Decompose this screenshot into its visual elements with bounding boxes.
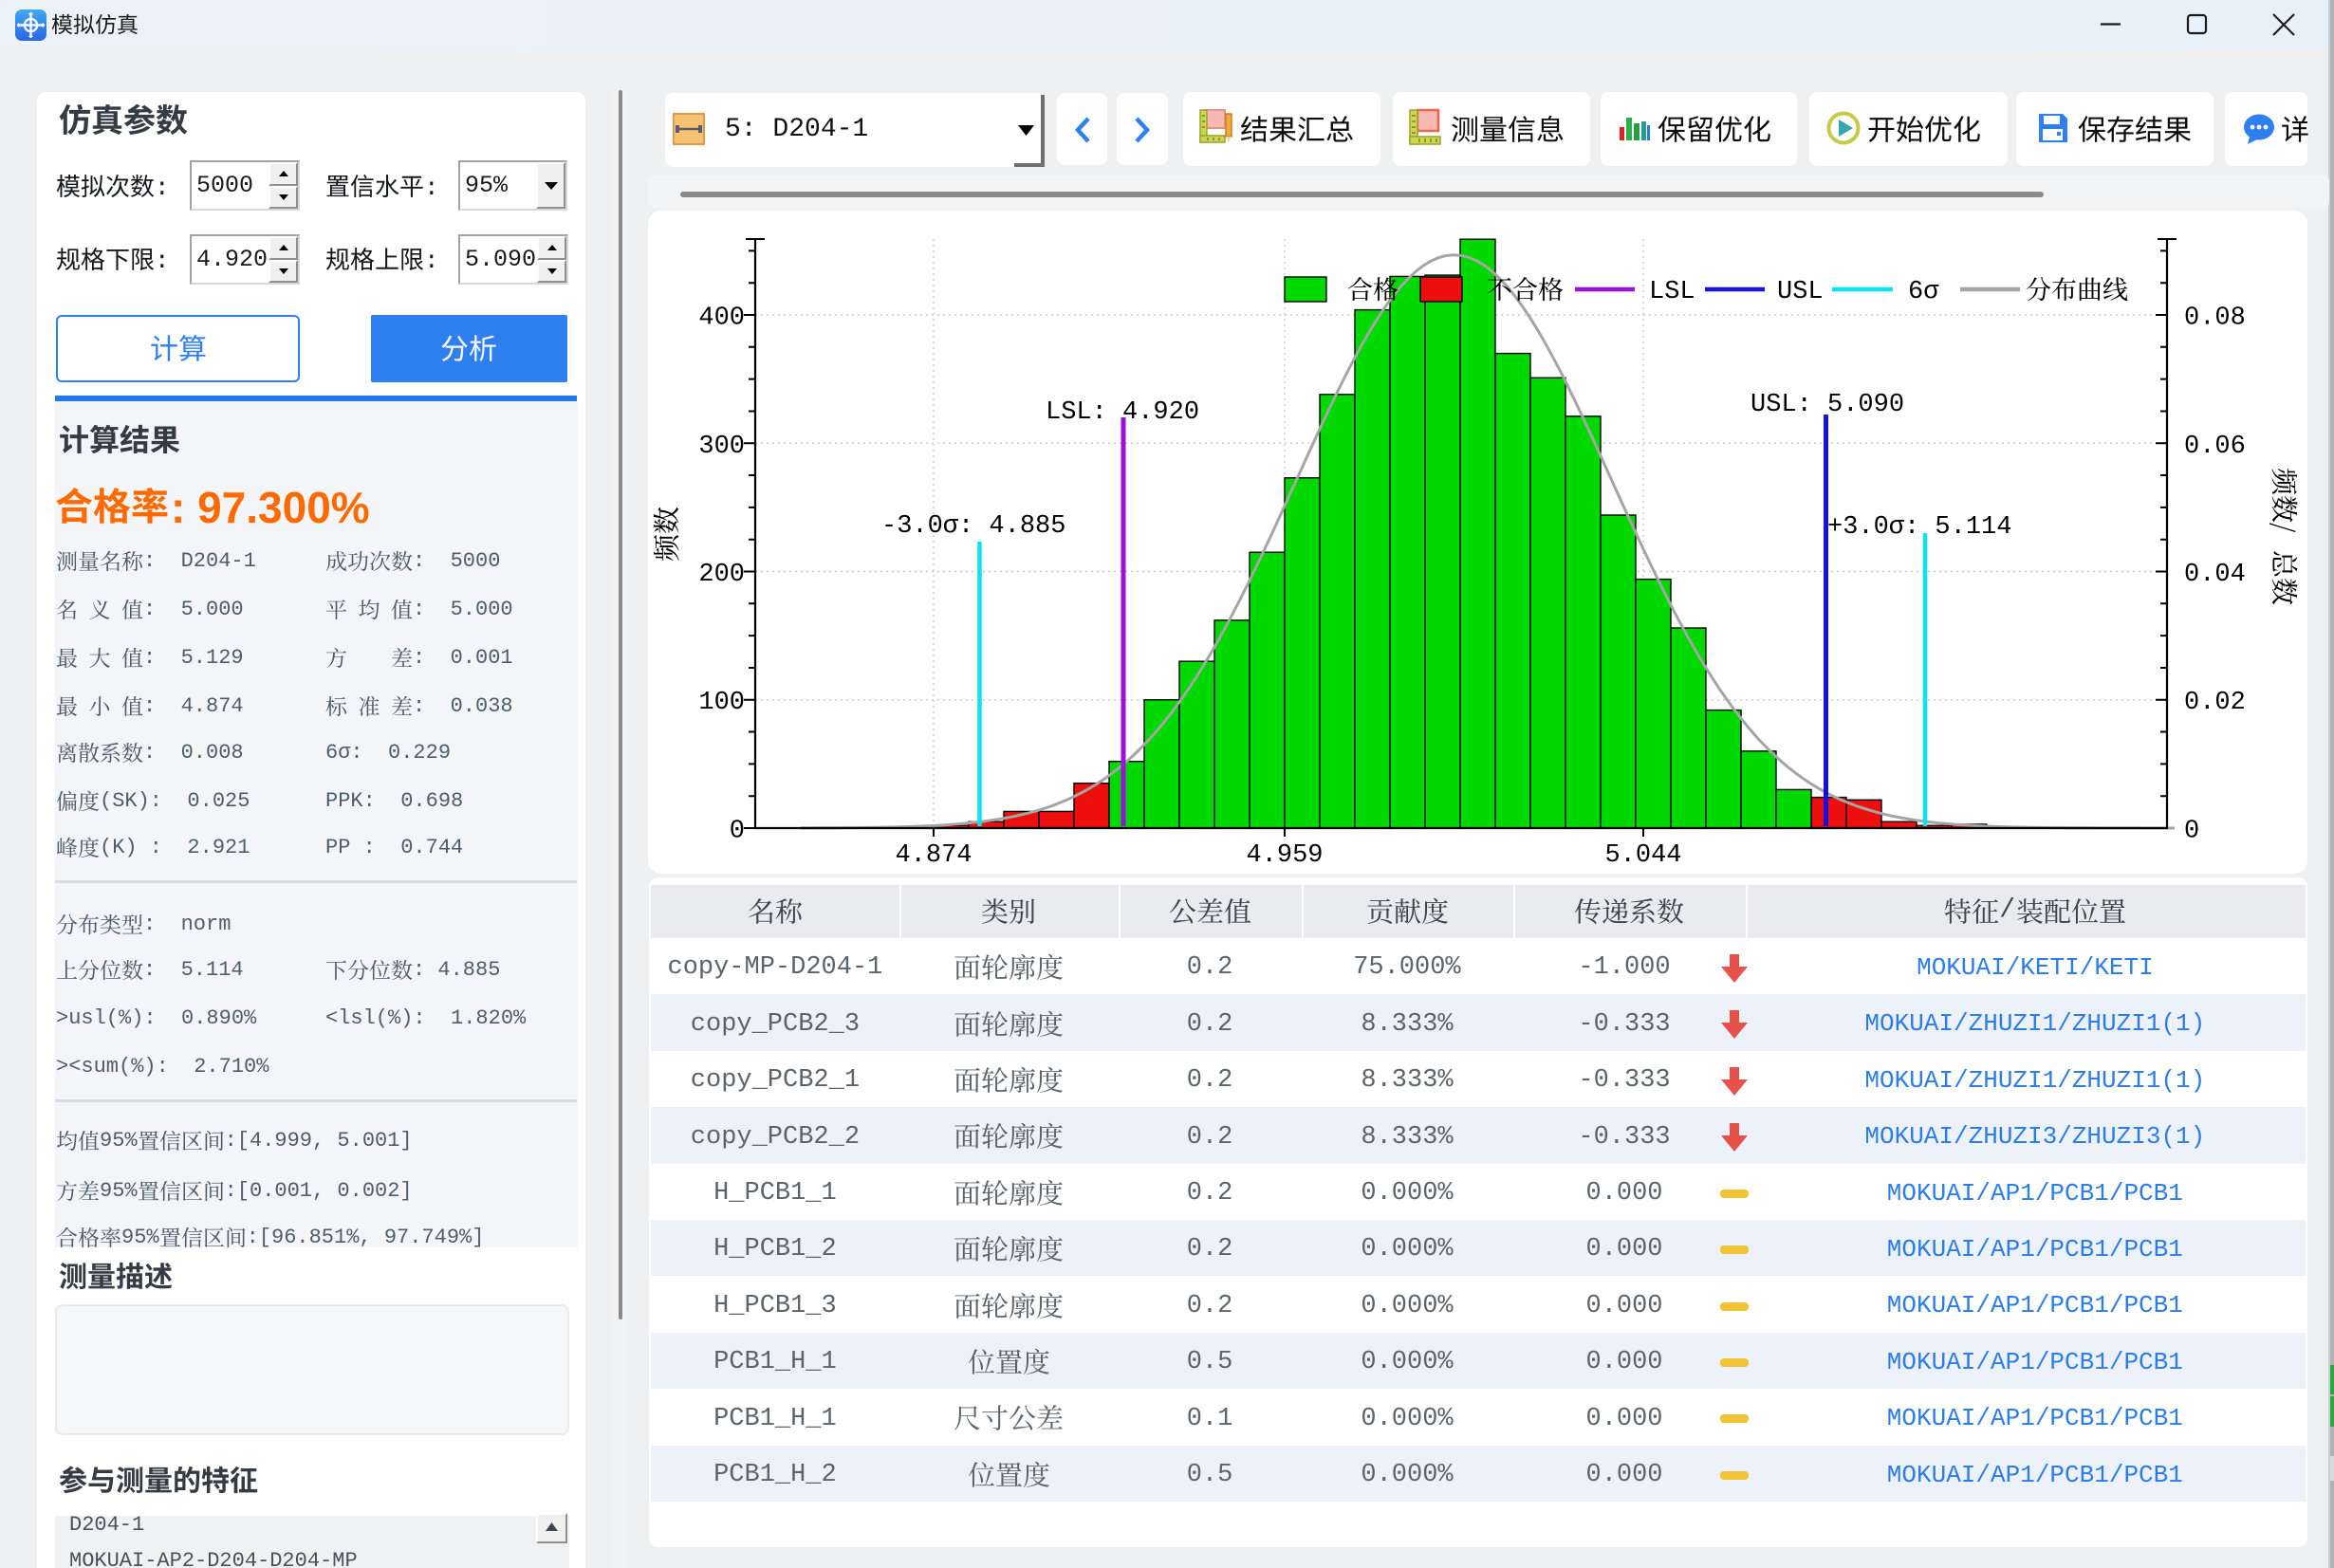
- svg-text:6σ: 6σ: [1908, 278, 1939, 306]
- svg-text:+3.0σ: 5.114: +3.0σ: 5.114: [1827, 513, 2011, 542]
- svg-text:4.959: 4.959: [1246, 841, 1323, 870]
- svg-text:LSL: LSL: [1649, 278, 1695, 306]
- svg-text:0: 0: [2184, 818, 2199, 846]
- svg-text:USL: USL: [1777, 278, 1824, 306]
- svg-text:USL: 5.090: USL: 5.090: [1750, 391, 1904, 419]
- svg-text:400: 400: [698, 304, 745, 333]
- svg-text:5.044: 5.044: [1604, 841, 1681, 870]
- svg-text:LSL: 4.920: LSL: 4.920: [1046, 398, 1199, 427]
- svg-text:100: 100: [698, 689, 745, 717]
- svg-text:0.02: 0.02: [2184, 689, 2246, 717]
- svg-text:0.04: 0.04: [2184, 561, 2246, 589]
- svg-text:0.06: 0.06: [2184, 433, 2246, 461]
- svg-text:4.874: 4.874: [895, 841, 972, 870]
- svg-text:200: 200: [698, 561, 745, 589]
- svg-text:0.08: 0.08: [2184, 304, 2246, 333]
- svg-text:-3.0σ: 4.885: -3.0σ: 4.885: [881, 512, 1065, 541]
- svg-text:0: 0: [730, 818, 745, 846]
- svg-text:300: 300: [698, 433, 745, 461]
